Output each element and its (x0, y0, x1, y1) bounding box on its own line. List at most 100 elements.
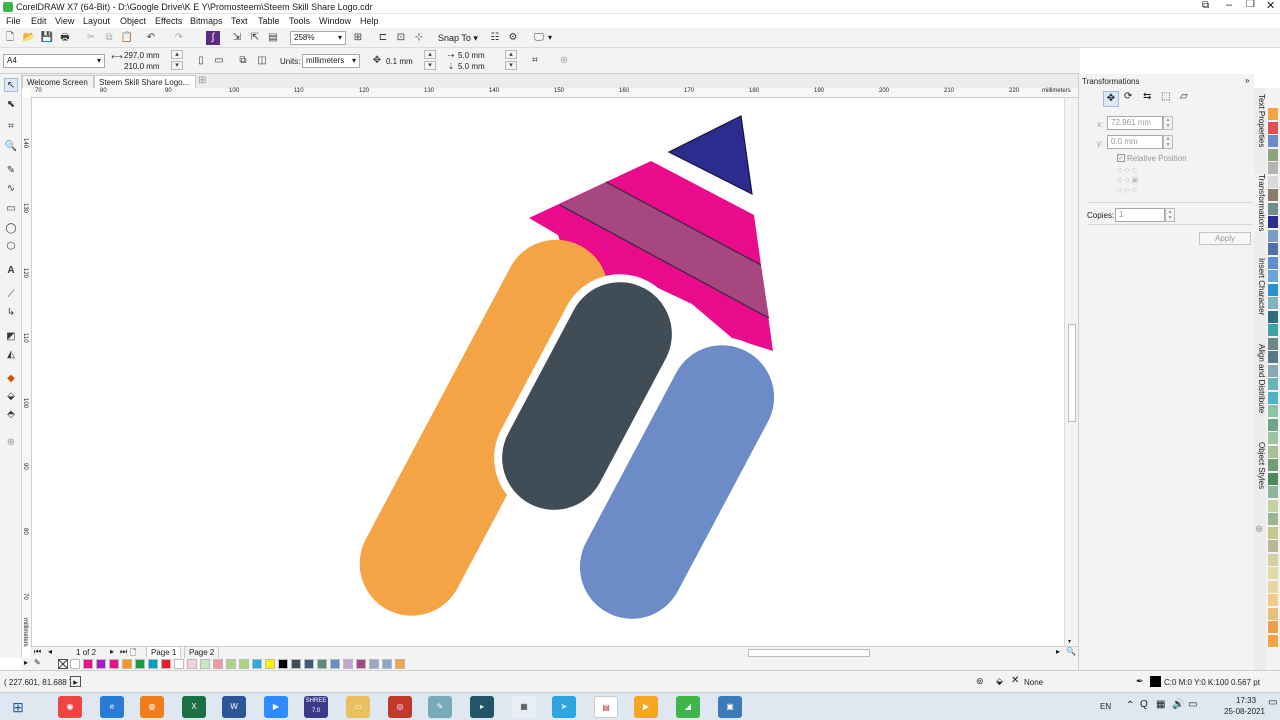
palette-swatch[interactable] (1268, 378, 1278, 390)
rectangle-tool-icon[interactable]: ▭ (4, 202, 18, 216)
page-size-select[interactable]: A4 ▾ (3, 54, 105, 68)
palette-swatch[interactable] (1268, 270, 1278, 282)
landscape-icon[interactable]: ▭ (212, 54, 226, 68)
palette-swatch[interactable] (330, 659, 340, 669)
palette-swatch[interactable] (239, 659, 249, 669)
palette-swatch[interactable] (1268, 621, 1278, 633)
palette-swatch[interactable] (1268, 499, 1278, 512)
palette-swatch[interactable] (1268, 580, 1278, 593)
palette-swatch[interactable] (122, 659, 132, 669)
status-play-icon[interactable]: ▸ (70, 676, 81, 687)
spin-down-icon[interactable]: ▾ (505, 61, 517, 70)
x-position-input[interactable]: 72.961 mm (1107, 116, 1163, 130)
palette-swatch[interactable] (1268, 553, 1278, 566)
import-icon[interactable]: ⇲ (230, 31, 244, 45)
palette-swatch[interactable] (1268, 486, 1278, 498)
palette-swatch[interactable] (1268, 229, 1278, 242)
paint-icon[interactable]: ✎ (428, 696, 452, 718)
freehand-tool-icon[interactable]: ✎ (4, 164, 18, 178)
palette-swatch[interactable] (1268, 135, 1278, 147)
steem-skill-share-logo[interactable] (32, 98, 1064, 646)
palette-swatch[interactable] (1268, 432, 1278, 444)
file-explorer-icon[interactable]: ▭ (346, 696, 370, 718)
spin-down-icon[interactable]: ▾ (171, 61, 183, 70)
palette-swatch[interactable] (382, 659, 392, 669)
menu-table[interactable]: Table (258, 16, 280, 26)
palette-swatch[interactable] (1268, 405, 1278, 417)
palette-swatch[interactable] (1268, 513, 1278, 525)
shape-tool-icon[interactable]: ⬉ (4, 98, 18, 112)
add-toolbar-icon[interactable]: ⊕ (557, 54, 571, 68)
palette-swatch[interactable] (1268, 634, 1278, 647)
y-position-input[interactable]: 0.0 mm (1107, 135, 1163, 149)
current-page-icon[interactable]: ◫ (255, 54, 269, 68)
transparency-icon[interactable]: ◭ (4, 348, 18, 362)
open-folder-icon[interactable]: 📂 (22, 31, 36, 45)
minimize-button[interactable]: – (1226, 0, 1232, 11)
start-button[interactable]: ⊞ (6, 696, 30, 718)
palette-swatch[interactable] (1268, 175, 1278, 188)
spin-down-icon[interactable]: ▾ (424, 61, 436, 70)
palette-swatch[interactable] (1268, 216, 1278, 228)
outline-pen-icon[interactable]: ✒ (1136, 676, 1144, 687)
palette-swatch[interactable] (343, 659, 353, 669)
full-screen-icon[interactable]: ⊞ (351, 31, 365, 45)
palette-swatch[interactable] (278, 659, 288, 669)
color-eyedropper-icon[interactable]: ◆ (4, 372, 18, 386)
language-indicator[interactable]: EN (1100, 702, 1111, 711)
menu-tools[interactable]: Tools (289, 16, 310, 26)
application-launcher-icon[interactable]: ⚙ (506, 31, 520, 45)
palette-swatch[interactable] (265, 659, 275, 669)
scroll-down-icon[interactable]: ▾ (1068, 638, 1071, 645)
palette-swatch[interactable] (1268, 540, 1278, 552)
zoom-icon[interactable]: ▶ (264, 696, 288, 718)
side-tab-insert-character[interactable]: Insert Character (1254, 258, 1266, 315)
rotate-icon[interactable]: ⟳ (1124, 91, 1132, 102)
copies-spinner[interactable]: ▴ ▾ (1165, 208, 1175, 222)
toolbar-overflow-icon[interactable]: ▾ (548, 33, 552, 42)
palette-swatch[interactable] (1268, 472, 1278, 485)
palette-swatch[interactable] (70, 659, 80, 669)
internet-explorer-icon[interactable]: e (100, 696, 124, 718)
docker-collapse-icon[interactable]: » (1245, 76, 1249, 85)
duplicate-x-value[interactable]: 5.0 mm (458, 51, 485, 60)
y-spinner[interactable]: ▴ ▾ (1163, 135, 1173, 149)
menu-file[interactable]: File (6, 16, 21, 26)
palette-swatch[interactable] (1268, 310, 1278, 323)
palette-swatch[interactable] (1268, 202, 1278, 215)
palette-swatch[interactable] (1268, 459, 1278, 471)
palette-swatch[interactable] (226, 659, 236, 669)
first-page-icon[interactable]: ⏮ (34, 647, 41, 657)
anchor-grid[interactable]: ◇ ◇ ◇ ◇ ◇ ▣ ◇ ◇ ◇ (1117, 166, 1138, 196)
palette-swatch[interactable] (161, 659, 171, 669)
palette-arrow-icon[interactable]: ▸ (24, 658, 28, 667)
palette-swatch[interactable] (1268, 148, 1278, 161)
palette-swatch[interactable] (395, 659, 405, 669)
palette-swatch[interactable] (252, 659, 262, 669)
chrome-icon[interactable]: ◉ (58, 696, 82, 718)
spin-up-icon[interactable]: ▴ (424, 50, 436, 59)
menu-effects[interactable]: Effects (155, 16, 182, 26)
palette-swatch[interactable] (1268, 337, 1278, 350)
ellipse-tool-icon[interactable]: ◯ (4, 222, 18, 236)
menu-object[interactable]: Object (120, 16, 146, 26)
drop-shadow-icon[interactable]: ◩ (4, 330, 18, 344)
page-border-icon[interactable]: ⌗ (528, 54, 542, 68)
page-tab-1[interactable]: Page 1 (146, 646, 182, 658)
palette-swatch[interactable] (1268, 418, 1278, 431)
position-icon[interactable]: ✥ (1103, 91, 1119, 107)
relative-position-checkbox[interactable]: ✓ (1117, 154, 1125, 162)
telegram-icon[interactable]: ➤ (552, 696, 576, 718)
connector-tool-icon[interactable]: ↳ (4, 306, 18, 320)
scroll-right-icon[interactable]: ▸ (1056, 647, 1060, 656)
x-spinner[interactable]: ▴ ▾ (1163, 116, 1173, 130)
drawing-canvas[interactable] (32, 98, 1064, 646)
text-tool-icon[interactable]: A (4, 264, 18, 278)
paste-icon[interactable]: 📋 (120, 31, 134, 45)
scrollbar-thumb[interactable] (1068, 324, 1076, 422)
tray-q-icon[interactable]: Q (1140, 699, 1148, 710)
zoom-navigator-icon[interactable]: 🔍 (1066, 647, 1076, 656)
copies-input[interactable]: 1 (1115, 208, 1165, 222)
interactive-fill-icon[interactable]: ⬙ (4, 390, 18, 404)
cut-icon[interactable]: ✂ (84, 31, 98, 45)
